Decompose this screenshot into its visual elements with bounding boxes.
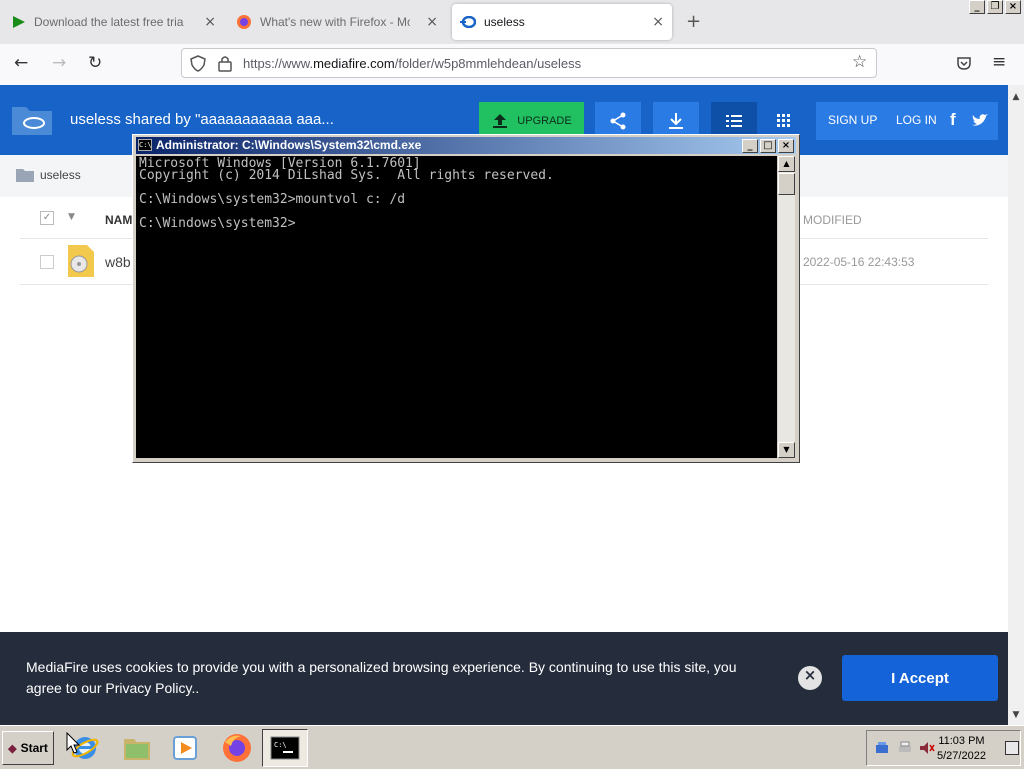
log-in-link[interactable]: LOG IN	[896, 113, 937, 127]
mouse-cursor-icon	[66, 732, 80, 754]
chevron-down-icon[interactable]: ▼	[68, 212, 75, 222]
disc-image-file-icon	[68, 245, 94, 277]
play-icon	[13, 16, 25, 28]
bookmark-star-icon[interactable]: ☆	[852, 52, 867, 72]
cmd-window[interactable]: C:\ Administrator: C:\Windows\System32\c…	[132, 134, 800, 463]
new-tab-icon[interactable]: +	[686, 11, 701, 32]
minimize-icon[interactable]: _	[742, 139, 758, 153]
scroll-thumb[interactable]	[778, 173, 795, 195]
tab-useless[interactable]: useless ×	[452, 4, 672, 40]
cmd-icon: C:\	[138, 139, 152, 151]
list-icon	[726, 115, 742, 127]
system-tray: 11:03 PM 5/27/2022	[866, 730, 1021, 766]
file-modified-date: 2022-05-16 22:43:53	[803, 255, 915, 269]
printer-icon[interactable]	[897, 741, 913, 755]
url-text: https://www.mediafire.com/folder/w5p8mml…	[243, 56, 582, 71]
firefox-icon	[237, 15, 251, 29]
cmd-caption-buttons: _ □ ×	[742, 139, 794, 153]
upgrade-label: UPGRADE	[517, 115, 572, 127]
scroll-down-icon[interactable]: ▼	[1008, 707, 1024, 723]
share-icon	[610, 112, 626, 130]
cmd-console[interactable]: Microsoft Windows [Version 6.1.7601] Cop…	[136, 156, 777, 458]
cmd-output: Microsoft Windows [Version 6.1.7601] Cop…	[139, 156, 554, 231]
facebook-icon[interactable]: f	[950, 110, 956, 130]
auth-area: SIGN UP LOG IN f	[816, 102, 998, 140]
clock[interactable]: 11:03 PM 5/27/2022	[937, 734, 986, 764]
breadcrumb-item[interactable]: useless	[40, 168, 81, 182]
tab-title: What's new with Firefox - More pri	[260, 15, 410, 29]
modified-column-header[interactable]: MODIFIED	[803, 213, 862, 227]
volume-muted-icon[interactable]	[919, 741, 935, 755]
select-all-checkbox[interactable]: ✓	[40, 211, 54, 225]
name-column-header[interactable]: NAM	[105, 213, 132, 227]
start-label: Start	[20, 741, 48, 755]
clock-time: 11:03 PM	[938, 735, 985, 747]
tab-close-icon[interactable]: ×	[204, 14, 216, 30]
close-icon[interactable]: ×	[778, 139, 794, 153]
cmd-title-bar[interactable]: C:\ Administrator: C:\Windows\System32\c…	[136, 137, 796, 154]
taskbar-cmd[interactable]: C:\	[262, 729, 308, 767]
windows-flag-icon: ◆	[8, 742, 17, 755]
folder-icon	[124, 739, 150, 760]
forward-icon[interactable]: →	[52, 53, 66, 73]
svg-text:C:\: C:\	[274, 741, 287, 749]
scroll-down-icon[interactable]: ▼	[778, 442, 795, 458]
cmd-title: Administrator: C:\Windows\System32\cmd.e…	[156, 138, 422, 152]
browser-nav-bar: ← → ↻ https://www.mediafire.com/folder/w…	[0, 44, 1024, 86]
browser-tab-bar: Download the latest free trial versio × …	[0, 0, 1024, 44]
lock-icon[interactable]	[218, 55, 232, 72]
clock-date: 5/27/2022	[937, 750, 986, 762]
shield-icon[interactable]	[190, 55, 206, 72]
tab-download[interactable]: Download the latest free trial versio ×	[4, 4, 224, 40]
twitter-icon[interactable]	[971, 113, 989, 128]
show-desktop-icon[interactable]	[1005, 741, 1019, 755]
media-player-icon	[173, 736, 197, 760]
start-button[interactable]: ◆ Start	[2, 731, 54, 765]
tab-title: useless	[484, 15, 525, 29]
minimize-icon[interactable]: _	[969, 0, 985, 14]
cmd-icon: C:\	[270, 736, 300, 760]
page-scrollbar[interactable]: ▲ ▼	[1008, 85, 1024, 725]
folder-title: useless shared by "aaaaaaaaaaa aaa...	[70, 111, 334, 128]
network-icon[interactable]	[875, 741, 889, 755]
folder-icon	[12, 107, 52, 135]
tab-firefox-whatsnew[interactable]: What's new with Firefox - More pri ×	[228, 4, 446, 40]
reload-icon[interactable]: ↻	[88, 53, 102, 73]
cmd-scrollbar[interactable]: ▲ ▼	[778, 156, 795, 458]
folder-icon	[16, 169, 34, 182]
cookie-banner: MediaFire uses cookies to provide you wi…	[0, 632, 1008, 725]
download-icon	[669, 113, 683, 129]
scroll-up-icon[interactable]: ▲	[1008, 89, 1024, 105]
restore-icon[interactable]: ❐	[987, 0, 1003, 14]
scroll-up-icon[interactable]: ▲	[778, 156, 795, 172]
upgrade-icon	[493, 114, 508, 128]
accept-cookies-button[interactable]: I Accept	[842, 655, 998, 701]
close-icon[interactable]: ×	[1005, 0, 1021, 14]
mediafire-icon	[460, 16, 476, 28]
sign-up-link[interactable]: SIGN UP	[828, 113, 877, 127]
back-icon[interactable]: ←	[14, 53, 28, 73]
taskbar-firefox[interactable]	[214, 729, 260, 767]
cookie-text: MediaFire uses cookies to provide you wi…	[26, 659, 737, 696]
file-name[interactable]: w8b	[105, 254, 131, 270]
pocket-icon[interactable]	[956, 56, 972, 71]
url-bar[interactable]: https://www.mediafire.com/folder/w5p8mml…	[181, 48, 877, 78]
taskbar-media-player[interactable]	[162, 729, 208, 767]
maximize-icon[interactable]: □	[760, 139, 776, 153]
firefox-icon	[223, 734, 251, 762]
tab-close-icon[interactable]: ×	[426, 14, 438, 30]
taskbar: ◆ Start C:\ 11:03 PM 5/27/2022	[0, 725, 1024, 769]
tab-title: Download the latest free trial versio	[34, 15, 184, 29]
taskbar-explorer[interactable]	[114, 729, 160, 767]
cookie-close-icon[interactable]: ×	[798, 666, 822, 690]
window-caption-buttons: _ ❐ ×	[969, 0, 1021, 18]
tab-close-icon[interactable]: ×	[652, 14, 664, 30]
row-checkbox[interactable]	[40, 255, 54, 269]
menu-icon[interactable]: ≡	[992, 52, 1006, 72]
grid-icon	[777, 114, 790, 127]
